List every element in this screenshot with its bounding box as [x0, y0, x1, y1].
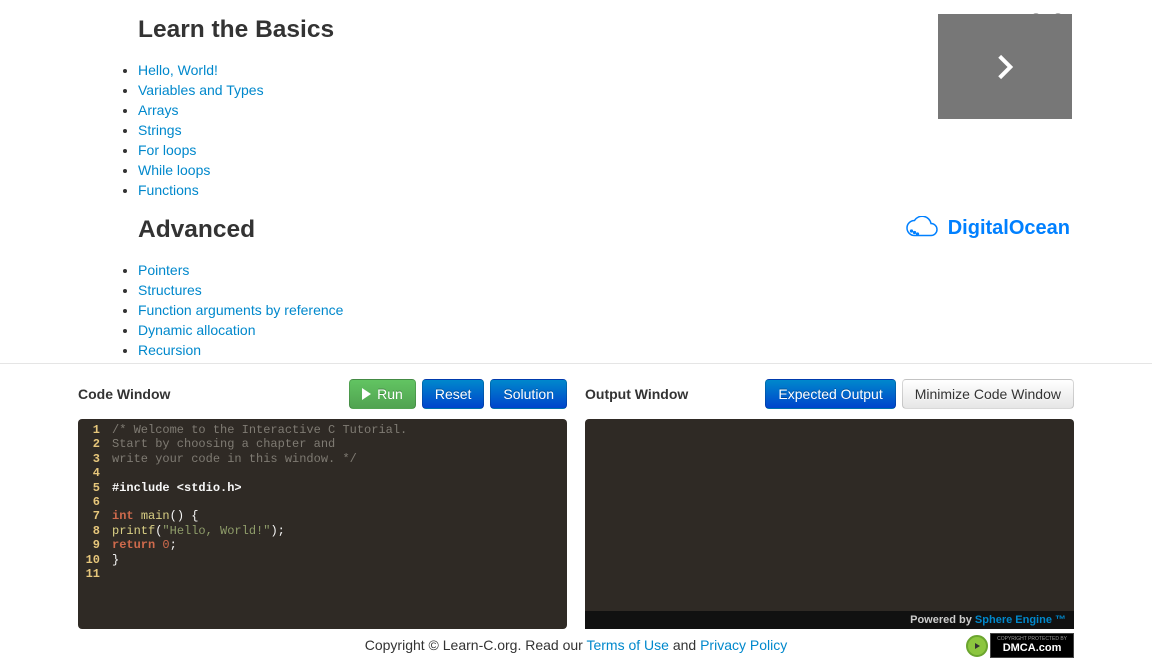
run-button-label: Run [377, 384, 403, 404]
cloud-icon [904, 216, 940, 240]
list-item: Linked lists [138, 360, 1052, 363]
footer-and: and [669, 637, 700, 653]
output-panel-title: Output Window [585, 386, 688, 402]
list-item: Dynamic allocation [138, 320, 1052, 340]
advanced-item-link[interactable]: Structures [138, 282, 202, 298]
solution-button[interactable]: Solution [490, 379, 567, 409]
dmca-seal-icon [966, 635, 988, 657]
dmca-label: DMCA.com [1003, 642, 1062, 654]
advanced-list: Pointers Structures Function arguments by … [100, 260, 1052, 363]
basics-item-link[interactable]: Arrays [138, 102, 178, 118]
basics-item-link[interactable]: Hello, World! [138, 62, 218, 78]
sponsor-name: DigitalOcean [948, 217, 1070, 240]
terms-link[interactable]: Terms of Use [586, 637, 668, 653]
list-item: Recursion [138, 340, 1052, 360]
output-console [585, 419, 1074, 611]
basics-item-link[interactable]: For loops [138, 142, 196, 158]
minimize-button[interactable]: Minimize Code Window [902, 379, 1074, 409]
list-item: Hello, World! [138, 60, 1052, 80]
code-panel: Code Window Run Reset Solution 123456789… [78, 379, 567, 629]
basics-item-link[interactable]: Variables and Types [138, 82, 264, 98]
powered-prefix: Powered by [910, 614, 975, 626]
privacy-link[interactable]: Privacy Policy [700, 637, 787, 653]
code-panel-title: Code Window [78, 386, 170, 402]
promo-next-button[interactable] [938, 14, 1072, 119]
list-item: Pointers [138, 260, 1052, 280]
list-item: Arrays [138, 100, 1052, 120]
basics-list: Hello, World! Variables and Types Arrays St… [100, 60, 1052, 200]
list-item: While loops [138, 160, 1052, 180]
list-item: Function arguments by reference [138, 300, 1052, 320]
basics-item-link[interactable]: Functions [138, 182, 199, 198]
list-item: Structures [138, 280, 1052, 300]
chevron-right-icon [989, 51, 1021, 83]
list-item: Strings [138, 120, 1052, 140]
advanced-item-link[interactable]: Recursion [138, 342, 201, 358]
list-item: For loops [138, 140, 1052, 160]
output-panel: Output Window Expected Output Minimize C… [585, 379, 1074, 629]
powered-by: Powered by Sphere Engine ™ [585, 611, 1074, 629]
footer: Copyright © Learn-C.org. Read our Terms … [0, 637, 1152, 653]
basics-item-link[interactable]: Strings [138, 122, 182, 138]
expected-output-button[interactable]: Expected Output [765, 379, 895, 409]
sponsor-link[interactable]: DigitalOcean [904, 216, 1070, 240]
play-icon [362, 388, 371, 400]
sphere-engine-link[interactable]: Sphere Engine ™ [975, 614, 1066, 626]
list-item: Variables and Types [138, 80, 1052, 100]
basics-item-link[interactable]: While loops [138, 162, 210, 178]
advanced-item-link[interactable]: Pointers [138, 262, 189, 278]
code-editor[interactable]: 1234567891011 /* Welcome to the Interact… [78, 419, 567, 629]
list-item: Functions [138, 180, 1052, 200]
advanced-item-link[interactable]: Dynamic allocation [138, 322, 256, 338]
dmca-badge[interactable]: COPYRIGHT PROTECTED BY DMCA.com [966, 633, 1074, 658]
reset-button[interactable]: Reset [422, 379, 485, 409]
advanced-item-link[interactable]: Linked lists [138, 362, 207, 363]
basics-heading: Learn the Basics [138, 10, 1052, 50]
run-button[interactable]: Run [349, 379, 416, 409]
advanced-item-link[interactable]: Function arguments by reference [138, 302, 343, 318]
footer-copyright: Copyright © Learn-C.org. Read our [365, 637, 587, 653]
